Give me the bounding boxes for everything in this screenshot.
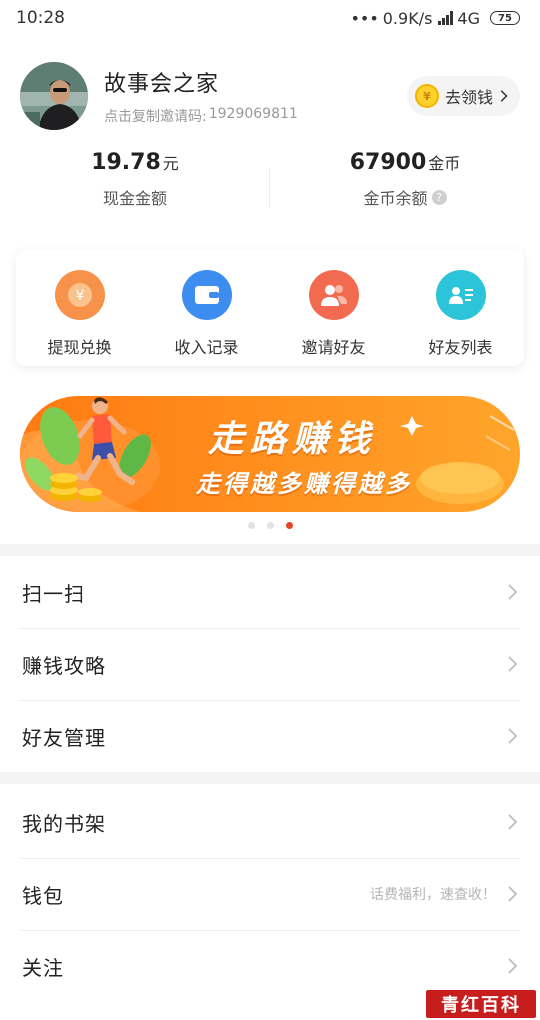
status-bar: 10:28 ••• 0.9K/s 4G 75	[0, 0, 540, 36]
status-time: 10:28	[16, 8, 65, 28]
coin-label: 金币余额	[363, 189, 428, 208]
contact-list-icon	[435, 270, 486, 320]
more-dots-icon: •••	[350, 8, 379, 28]
menu-scan-label: 扫一扫	[22, 581, 85, 606]
menu-bookshelf-label: 我的书架	[22, 811, 106, 836]
battery-icon: 75	[490, 11, 520, 25]
action-invite-label: 邀请好友	[301, 338, 366, 357]
claim-money-label: 去领钱	[444, 88, 493, 107]
action-withdraw[interactable]: ¥ 提现兑换	[16, 250, 143, 366]
banner-subtitle: 走得越多赚得越多	[196, 470, 412, 498]
chevron-right-icon	[508, 584, 518, 600]
menu-group-1: 扫一扫 赚钱攻略 好友管理	[0, 556, 540, 772]
network-speed: 0.9K/s	[382, 8, 433, 28]
carousel-dot[interactable]	[247, 522, 255, 529]
svg-text:¥: ¥	[75, 288, 84, 304]
divider	[269, 168, 270, 208]
carousel-dot-active[interactable]	[285, 522, 293, 529]
action-income-label: 收入记录	[174, 338, 239, 357]
menu-bookshelf[interactable]: 我的书架	[0, 786, 540, 858]
cash-value: 19.78	[91, 150, 161, 175]
avatar[interactable]	[20, 62, 88, 130]
network-type: 4G	[457, 8, 480, 28]
profile-header: 故事会之家 点击复制邀请码: 1929069811 ¥ 去领钱	[20, 60, 520, 132]
cash-unit: 元	[162, 154, 179, 173]
signal-icon	[438, 11, 454, 25]
chevron-right-icon	[508, 958, 518, 974]
status-indicators: ••• 0.9K/s 4G 75	[350, 9, 520, 28]
chevron-right-icon	[508, 656, 518, 672]
coin-value: 67900	[349, 150, 427, 175]
coin-balance[interactable]: 67900 金币 金币余额?	[270, 150, 540, 222]
balances: 19.78 元 现金金额 67900 金币 金币余额?	[0, 150, 540, 222]
yuan-coin-icon: ¥	[54, 270, 105, 320]
cash-label: 现金金额	[102, 189, 167, 208]
wallet-icon	[181, 270, 232, 320]
help-icon[interactable]: ?	[431, 189, 447, 205]
promo-banner[interactable]: 走路赚钱 走得越多赚得越多	[20, 396, 520, 512]
chevron-right-icon	[508, 814, 518, 830]
chevron-right-icon	[500, 90, 508, 102]
quick-actions: ¥ 提现兑换 收入记录 邀请好友 好友列表	[16, 250, 524, 366]
carousel-dot[interactable]	[266, 522, 274, 529]
action-friend-list[interactable]: 好友列表	[397, 250, 524, 366]
section-divider	[0, 772, 540, 784]
cash-balance[interactable]: 19.78 元 现金金额	[0, 150, 270, 222]
invite-code: 1929069811	[208, 106, 298, 122]
section-divider	[0, 544, 540, 556]
menu-friend-management[interactable]: 好友管理	[0, 700, 540, 772]
menu-earning-guide-label: 赚钱攻略	[22, 653, 106, 678]
yuan-coin-icon: ¥	[414, 84, 439, 108]
coin-unit: 金币	[428, 154, 461, 173]
watermark: 青红百科	[426, 990, 536, 1018]
banner-title: 走路赚钱	[208, 419, 377, 460]
carousel-dots	[0, 522, 540, 529]
action-income-record[interactable]: 收入记录	[143, 250, 270, 366]
action-invite-friends[interactable]: 邀请好友	[270, 250, 397, 366]
battery-level: 75	[498, 12, 512, 24]
menu-group-2: 我的书架 钱包 话费福利，速查收！ 关注	[0, 786, 540, 1002]
action-withdraw-label: 提现兑换	[47, 338, 112, 357]
menu-scan[interactable]: 扫一扫	[0, 556, 540, 628]
menu-follow-label: 关注	[22, 955, 64, 980]
claim-money-button[interactable]: ¥ 去领钱	[406, 76, 520, 116]
invite-prefix: 点击复制邀请码:	[104, 109, 207, 125]
menu-friend-management-label: 好友管理	[22, 725, 106, 750]
menu-wallet-hint: 话费福利，速查收！	[370, 887, 496, 903]
chevron-right-icon	[508, 886, 518, 902]
menu-wallet[interactable]: 钱包 话费福利，速查收！	[0, 858, 540, 930]
chevron-right-icon	[508, 728, 518, 744]
menu-wallet-label: 钱包	[22, 883, 64, 908]
action-friend-list-label: 好友列表	[428, 338, 493, 357]
friends-icon	[308, 270, 359, 320]
menu-earning-guide[interactable]: 赚钱攻略	[0, 628, 540, 700]
